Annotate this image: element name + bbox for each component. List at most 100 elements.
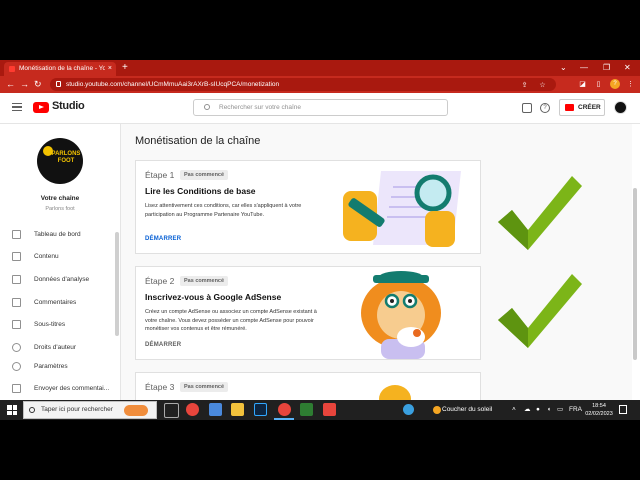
tab-title: Monétisation de la chaîne - YouTube	[19, 65, 105, 72]
app-icon[interactable]	[209, 403, 222, 416]
windows-taskbar: Taper ici pour rechercher Coucher du sol…	[0, 400, 640, 420]
card-description: Lisez attentivement ces conditions, car …	[145, 203, 302, 218]
hamburger-menu-icon[interactable]	[12, 103, 22, 111]
extensions-icon[interactable]: ◪	[578, 80, 587, 89]
channel-avatar[interactable]: PARLONS FOOT	[37, 138, 83, 184]
status-badge: Pas commencé	[180, 382, 229, 392]
clock-date: 02/02/2023	[585, 411, 613, 417]
sidebar-item-settings[interactable]: Paramètres	[0, 357, 116, 377]
card-description: Créez un compte AdSense ou associez un c…	[145, 309, 317, 332]
create-video-icon	[565, 104, 574, 111]
card-title: Lire les Conditions de base	[145, 186, 256, 196]
content-icon	[12, 252, 21, 261]
feedback-icon	[12, 384, 21, 393]
photoshop-icon[interactable]	[254, 403, 267, 416]
sidebar-item-dashboard[interactable]: Tableau de bord	[0, 225, 116, 245]
tab-close-icon[interactable]: ×	[108, 62, 112, 76]
studio-logo-text[interactable]: Studio	[52, 100, 85, 112]
sidebar-item-label: Tableau de bord	[34, 231, 81, 238]
share-icon[interactable]: ⇪	[520, 81, 529, 90]
help-icon[interactable]: ?	[540, 103, 550, 113]
address-toolbar: ← → ↻ studio.youtube.com/channel/UCmMmuA…	[0, 76, 640, 93]
bookmark-star-icon[interactable]: ☆	[538, 81, 547, 90]
channel-search-input[interactable]: Rechercher sur votre chaîne	[193, 99, 448, 116]
adsense-illustration	[361, 271, 441, 359]
sidebar-item-comments[interactable]: Commentaires	[0, 293, 116, 313]
copyright-icon	[12, 343, 21, 352]
weather-sun-icon	[433, 406, 441, 414]
minimize-button[interactable]: —	[580, 60, 588, 76]
file-explorer-icon[interactable]	[231, 403, 244, 416]
step-number: Étape 2	[145, 276, 175, 286]
channel-name: Parlons foot	[45, 206, 75, 212]
sidebar-item-subtitles[interactable]: Sous-titres	[0, 315, 116, 335]
sidebar: PARLONS FOOT Votre chaîne Parlons foot T…	[0, 124, 121, 420]
back-arrow-icon[interactable]: ←	[6, 76, 15, 93]
terms-illustration	[343, 171, 461, 247]
your-channel-label: Votre chaîne	[40, 195, 80, 202]
step-card-1: Étape 1 Pas commencé Lire les Conditions…	[135, 160, 481, 254]
settings-icon	[12, 362, 21, 371]
status-badge: Pas commencé	[180, 276, 229, 286]
sidebar-item-copyright[interactable]: Droits d'auteur	[0, 338, 116, 358]
app-tray-icon[interactable]	[403, 404, 414, 415]
messages-icon[interactable]	[522, 103, 532, 113]
sidebar-icon[interactable]: ▯	[594, 80, 603, 89]
browser-menu-icon[interactable]: ⋮	[626, 80, 635, 89]
page-title: Monétisation de la chaîne	[135, 135, 261, 147]
channel-avatar-logo-text: PARLONS FOOT	[51, 151, 81, 164]
step-number: Étape 3	[145, 382, 175, 392]
taskbar-search-input[interactable]: Taper ici pour rechercher	[23, 401, 157, 419]
studio-header: Studio Rechercher sur votre chaîne ? CRÉ…	[0, 93, 640, 124]
sidebar-item-label: Sous-titres	[34, 321, 66, 328]
step-card-2: Étape 2 Pas commencé Inscrivez-vous à Go…	[135, 266, 481, 360]
sidebar-item-label: Envoyer des commentai...	[34, 385, 110, 392]
camtasia-icon[interactable]	[300, 403, 313, 416]
lock-icon	[56, 81, 61, 87]
windows-start-icon[interactable]	[7, 405, 17, 415]
maximize-button[interactable]: ❐	[603, 60, 610, 76]
task-view-icon[interactable]	[164, 403, 179, 418]
search-icon	[29, 407, 35, 413]
network-icon[interactable]: ▭	[557, 400, 563, 420]
microphone-icon[interactable]: ●	[536, 400, 540, 420]
tab-search-icon[interactable]: ⌄	[560, 60, 567, 76]
close-window-button[interactable]: ✕	[624, 60, 631, 76]
notification-icon[interactable]	[619, 405, 627, 414]
sidebar-item-label: Contenu	[34, 253, 59, 260]
start-button[interactable]: DÉMARRER	[145, 342, 181, 348]
sidebar-item-content[interactable]: Contenu	[0, 247, 116, 267]
recorder-icon[interactable]	[323, 403, 336, 416]
chrome-active-icon[interactable]	[278, 403, 291, 416]
forward-arrow-icon[interactable]: →	[20, 76, 29, 93]
card-title: Inscrivez-vous à Google AdSense	[145, 292, 282, 302]
chevron-up-icon[interactable]: ˄	[512, 400, 516, 420]
sidebar-scrollbar[interactable]	[115, 232, 119, 336]
browser-tab[interactable]: Monétisation de la chaîne - YouTube ×	[4, 62, 116, 76]
account-avatar[interactable]	[614, 101, 627, 114]
weather-text[interactable]: Coucher du soleil	[442, 400, 492, 420]
analytics-icon	[12, 275, 21, 284]
taskbar-search-placeholder: Taper ici pour rechercher	[41, 406, 113, 413]
address-bar[interactable]: studio.youtube.com/channel/UCmMmuAai3rAX…	[50, 78, 556, 91]
youtube-favicon-icon	[9, 66, 15, 72]
chrome-icon[interactable]	[186, 403, 199, 416]
volume-icon[interactable]: ◖	[547, 400, 551, 420]
language-indicator[interactable]: FRA	[569, 400, 582, 420]
comments-icon	[12, 298, 21, 307]
sidebar-item-feedback[interactable]: Envoyer des commentai...	[0, 379, 116, 399]
search-highlight-icon	[124, 405, 148, 416]
start-button[interactable]: DÉMARRER	[145, 236, 181, 242]
main-scrollbar[interactable]	[633, 188, 637, 360]
screen: Monétisation de la chaîne - YouTube × + …	[0, 60, 640, 420]
step-number: Étape 1	[145, 170, 175, 180]
youtube-logo-icon[interactable]	[33, 102, 49, 113]
cloud-icon[interactable]: ☁	[524, 400, 531, 420]
clock-time: 18:54	[592, 403, 606, 409]
profile-avatar[interactable]: ?	[610, 79, 620, 89]
sidebar-item-analytics[interactable]: Données d'analyse	[0, 270, 116, 290]
reload-icon[interactable]: ↻	[34, 76, 42, 93]
new-tab-button[interactable]: +	[122, 61, 128, 75]
create-button[interactable]: CRÉER	[559, 99, 605, 116]
clock[interactable]: 18:54 02/02/2023	[585, 402, 613, 418]
